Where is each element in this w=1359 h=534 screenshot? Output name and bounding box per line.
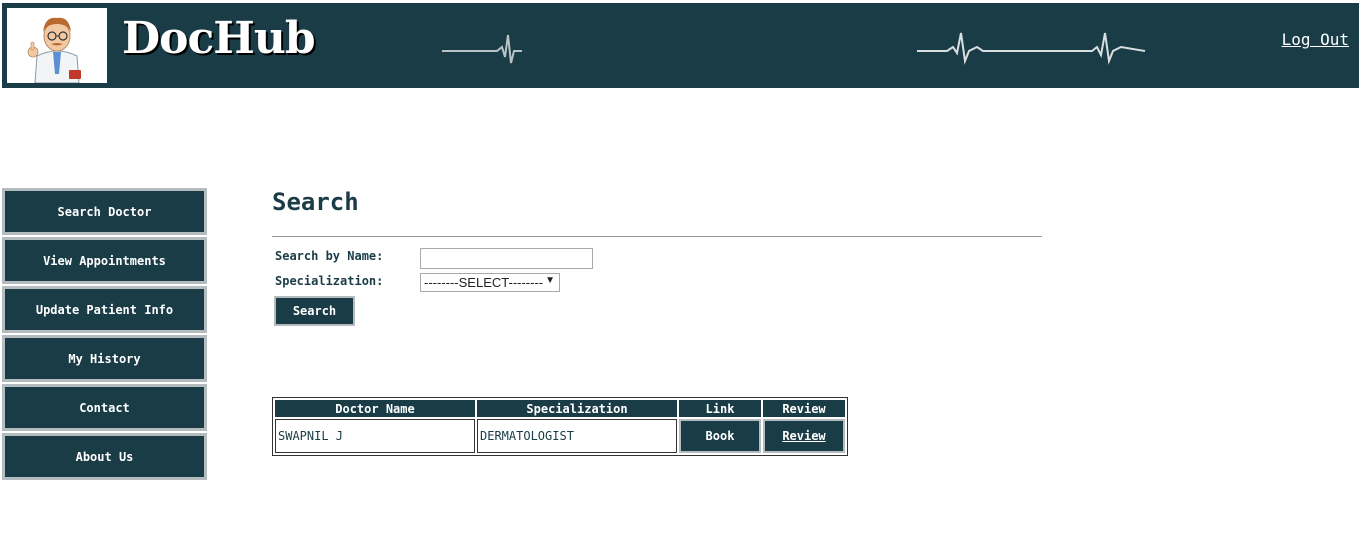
doctor-mascot-logo [7,8,107,83]
header-bar: DocHub Log Out [2,3,1359,88]
specialization-select[interactable]: --------SELECT-------- ▼ [420,273,560,292]
sidebar-item-update-patient-info[interactable]: Update Patient Info [2,286,207,333]
title-divider [272,236,1042,237]
ecg-line-decoration [442,34,522,64]
search-by-name-label: Search by Name: [275,249,384,263]
ecg-line-decoration-2 [917,32,1146,65]
column-header-specialization: Specialization [477,400,677,417]
doctor-name-cell: SWAPNIL J [275,419,475,453]
sidebar-item-my-history[interactable]: My History [2,335,207,382]
column-header-doctor-name: Doctor Name [275,400,475,417]
sidebar-item-about-us[interactable]: About Us [2,433,207,480]
sidebar-item-search-doctor[interactable]: Search Doctor [2,188,207,235]
review-link[interactable]: Review [782,429,825,443]
specialization-selected-value: --------SELECT-------- [424,275,544,290]
page-title: Search [272,188,359,216]
column-header-review: Review [763,400,845,417]
specialization-label: Specialization: [275,274,384,288]
sidebar-item-contact[interactable]: Contact [2,384,207,431]
results-table: Doctor Name Specialization Link Review S… [272,397,848,456]
dropdown-arrow-icon: ▼ [545,275,555,286]
specialization-cell: DERMATOLOGIST [477,419,677,453]
logout-link[interactable]: Log Out [1282,30,1349,49]
sidebar-item-view-appointments[interactable]: View Appointments [2,237,207,284]
book-button[interactable]: Book [679,419,761,453]
sidebar-nav: Search Doctor View Appointments Update P… [2,188,207,482]
column-header-link: Link [679,400,761,417]
review-button[interactable]: Review [763,419,845,453]
table-row: SWAPNIL J DERMATOLOGIST Book Review [275,419,845,453]
search-button[interactable]: Search [274,296,355,326]
brand-name: DocHub [122,13,316,64]
search-name-input[interactable] [420,248,593,269]
table-header-row: Doctor Name Specialization Link Review [275,400,845,417]
